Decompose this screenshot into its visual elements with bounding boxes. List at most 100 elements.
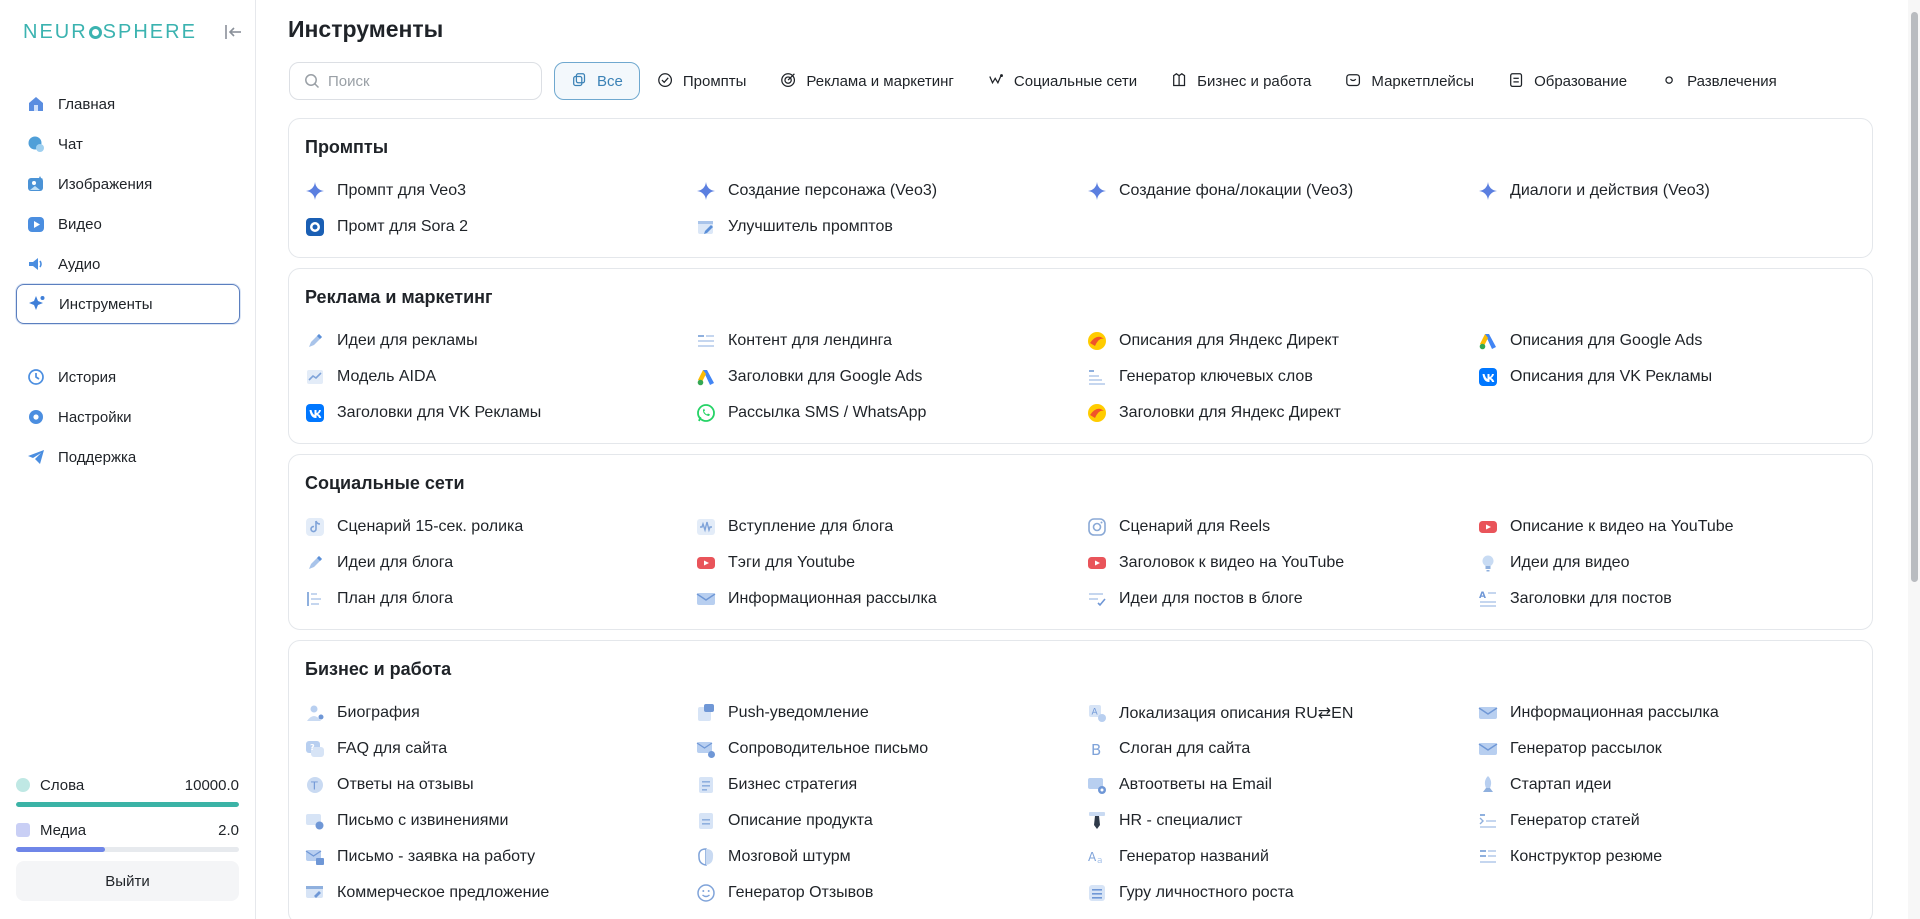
tool-item[interactable]: Идеи для блога (305, 545, 696, 581)
tool-item[interactable]: Описания для Google Ads (1478, 323, 1869, 359)
tool-item[interactable]: Генератор ключевых слов (1087, 359, 1478, 395)
tool-item[interactable]: Автоответы на Email (1087, 767, 1478, 803)
article-icon (1479, 814, 1496, 828)
filter-chip[interactable]: Реклама и маркетинг (763, 62, 970, 100)
filter-chip[interactable]: Все (554, 62, 640, 100)
tool-item[interactable]: Заголовки для Google Ads (696, 359, 1087, 395)
tool-item[interactable]: Идеи для видео (1478, 545, 1869, 581)
sidebar-item[interactable]: История (16, 357, 240, 397)
sidebar-item[interactable]: Главная (16, 84, 240, 124)
svg-text:A: A (1088, 850, 1097, 864)
tool-item[interactable]: Создание персонажа (Veo3) (696, 173, 1087, 209)
sidebar-item[interactable]: Чат (16, 124, 240, 164)
tool-item[interactable]: Идеи для рекламы (305, 323, 696, 359)
tool-item[interactable]: Контент для лендинга (696, 323, 1087, 359)
sidebar-item[interactable]: Изображения (16, 164, 240, 204)
tool-item[interactable]: Конструктор резюме (1478, 839, 1869, 875)
tool-item[interactable]: Идеи для постов в блоге (1087, 581, 1478, 617)
filter-chip[interactable]: Промпты (640, 62, 764, 100)
tool-label: Идеи для рекламы (337, 332, 478, 349)
sidebar-item-label: Аудио (58, 255, 101, 273)
tool-item[interactable]: Гуру личностного роста (1087, 875, 1478, 911)
logo[interactable]: NEUR SPHERE (23, 21, 197, 44)
tool-label: Заголовки для Яндекс Директ (1119, 404, 1341, 421)
tool-item[interactable]: Бизнес стратегия (696, 767, 1087, 803)
sidebar-item-label: Чат (58, 135, 83, 153)
mail-icon (1478, 743, 1498, 755)
tool-item[interactable]: Сопроводительное письмо (696, 731, 1087, 767)
filter-chip[interactable]: Образование (1491, 62, 1644, 100)
tool-item[interactable]: Рассылка SMS / WhatsApp (696, 395, 1087, 431)
tool-item[interactable]: A Заголовки для постов (1478, 581, 1869, 617)
logo-o-mark (88, 25, 102, 39)
sidebar-item[interactable]: Видео (16, 204, 240, 244)
scrollbar[interactable] (1908, 0, 1920, 919)
tool-item[interactable]: Тэги для Youtube (696, 545, 1087, 581)
logout-button[interactable]: Выйти (16, 861, 239, 901)
filter-chip[interactable]: Развлечения (1644, 62, 1794, 100)
tool-item[interactable]: Заголовок к видео на YouTube (1087, 545, 1478, 581)
tool-item[interactable]: Генератор рассылок (1478, 731, 1869, 767)
tool-item[interactable]: Заголовки для Яндекс Директ (1087, 395, 1478, 431)
tool-item[interactable]: B Слоган для сайта (1087, 731, 1478, 767)
tool-item[interactable]: Сценарий для Reels (1087, 509, 1478, 545)
tool-item[interactable]: Информационная рассылка (1478, 695, 1869, 731)
tool-label: Мозговой штурм (728, 848, 851, 865)
tool-item[interactable]: Описание продукта (696, 803, 1087, 839)
tool-item[interactable]: ? FAQ для сайта (305, 731, 696, 767)
tool-item[interactable]: Описание к видео на YouTube (1478, 509, 1869, 545)
tool-item[interactable]: Описания для Яндекс Директ (1087, 323, 1478, 359)
tool-label: Бизнес стратегия (728, 776, 858, 793)
sidebar-item[interactable]: Настройки (16, 397, 240, 437)
sidebar-item[interactable]: Поддержка (16, 437, 240, 477)
tool-item[interactable]: Push-уведомление (696, 695, 1087, 731)
sidebar-item[interactable]: Инструменты (16, 284, 240, 324)
sidebar-item-label: Видео (58, 215, 102, 233)
tool-item[interactable]: Создание фона/локации (Veo3) (1087, 173, 1478, 209)
search-input[interactable] (328, 72, 528, 90)
tool-item[interactable]: Генератор статей (1478, 803, 1869, 839)
scrollbar-thumb[interactable] (1911, 12, 1918, 582)
lightbulb-icon (1482, 555, 1494, 572)
tool-item[interactable]: Биография (305, 695, 696, 731)
tool-item[interactable]: Промпт для Veo3 (305, 173, 696, 209)
tool-label: Заголовки для постов (1510, 590, 1672, 607)
vk-icon (1479, 368, 1497, 386)
filter-chip[interactable]: Маркетплейсы (1328, 62, 1491, 100)
search-box[interactable] (289, 62, 542, 100)
pen-icon (305, 331, 325, 351)
filter-chip[interactable]: Бизнес и работа (1154, 62, 1328, 100)
filter-chip[interactable]: Социальные сети (971, 62, 1154, 100)
tool-item[interactable]: Письмо с извинениями (305, 803, 696, 839)
sidebar-item-label: Изображения (58, 175, 153, 193)
growth-icon (1089, 885, 1105, 901)
smile-icon (697, 884, 715, 902)
chat-icon (28, 136, 44, 152)
tool-item[interactable]: Стартап идеи (1478, 767, 1869, 803)
filter-icon (1345, 72, 1363, 90)
logo-text-left: NEUR (23, 20, 88, 43)
tool-item[interactable]: Описания для VK Рекламы (1478, 359, 1869, 395)
tool-item[interactable]: Генератор Отзывов (696, 875, 1087, 911)
tool-item[interactable]: T Ответы на отзывы (305, 767, 696, 803)
filter-chips: Все Промпты Реклама и маркетинг Социальные … (554, 62, 1794, 100)
tool-item[interactable]: A Локализация описания RU⇄EN (1087, 695, 1478, 731)
tool-item[interactable]: Мозговой штурм (696, 839, 1087, 875)
tool-item[interactable]: Письмо - заявка на работу (305, 839, 696, 875)
tool-item[interactable]: Информационная рассылка (696, 581, 1087, 617)
telegram-icon (28, 450, 44, 464)
tool-item[interactable]: Сценарий 15-сек. ролика (305, 509, 696, 545)
tool-item[interactable]: План для блога (305, 581, 696, 617)
youtube-icon (697, 557, 715, 569)
tool-item[interactable]: Заголовки для VK Рекламы (305, 395, 696, 431)
tool-item[interactable]: Диалоги и действия (Veo3) (1478, 173, 1869, 209)
collapse-sidebar-button[interactable] (221, 20, 245, 44)
tool-item[interactable]: Улучшитель промптов (696, 209, 1087, 245)
tool-item[interactable]: Вступление для блога (696, 509, 1087, 545)
tool-item[interactable]: Aa Генератор названий (1087, 839, 1478, 875)
tool-item[interactable]: Коммерческое предложение (305, 875, 696, 911)
tool-item[interactable]: Промт для Sora 2 (305, 209, 696, 245)
tool-item[interactable]: HR - специалист (1087, 803, 1478, 839)
tool-item[interactable]: Модель AIDA (305, 359, 696, 395)
sidebar-item[interactable]: Аудио (16, 244, 240, 284)
